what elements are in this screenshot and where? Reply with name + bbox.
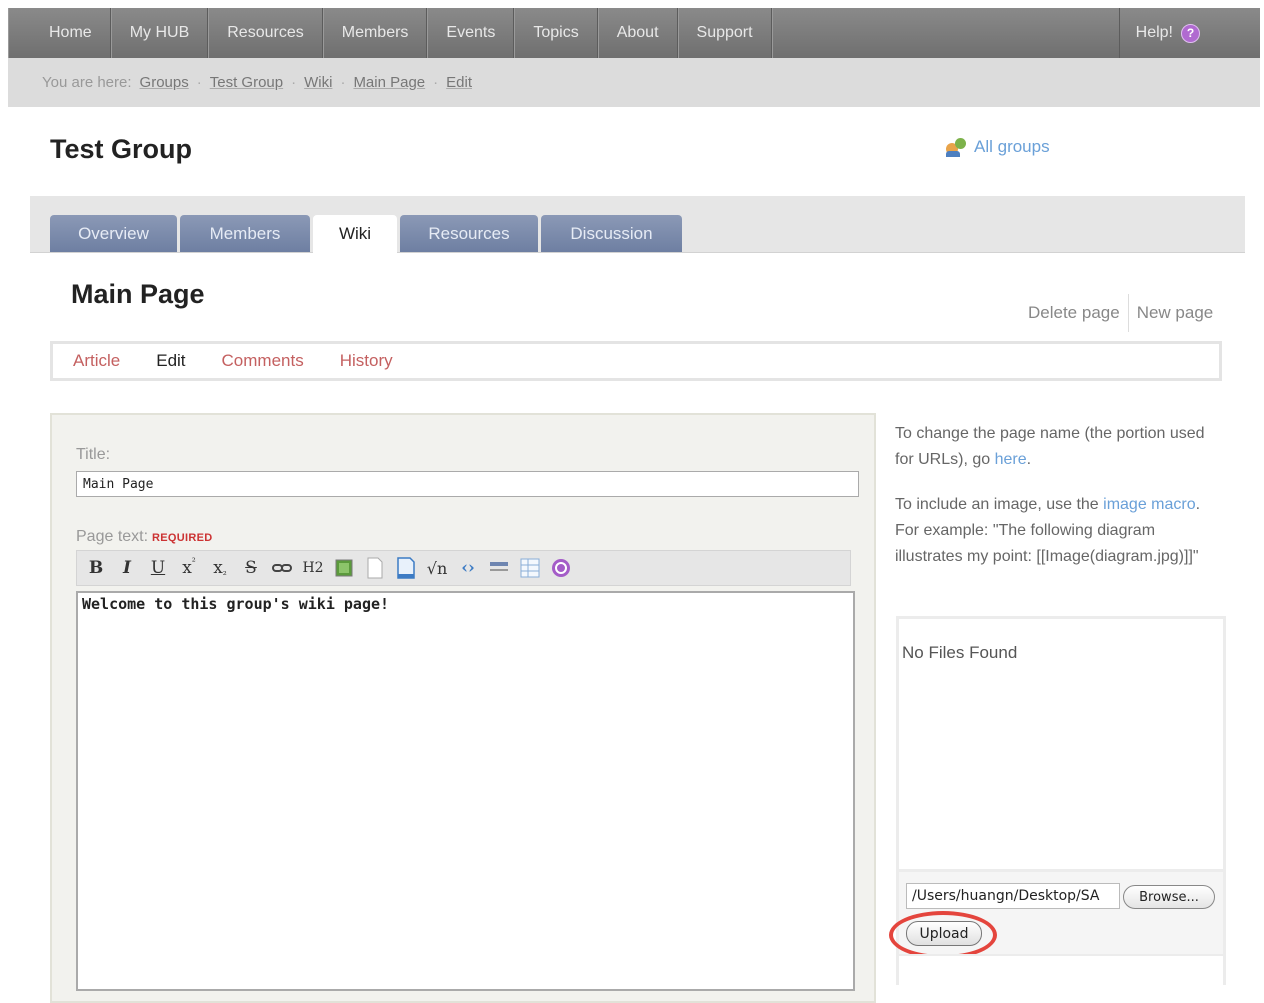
subtab-history[interactable]: History [340,351,393,371]
underline-icon[interactable]: U [145,554,171,582]
title-input[interactable] [76,471,859,497]
breadcrumb-wiki[interactable]: Wiki [304,74,332,91]
rename-here-link[interactable]: here [995,451,1027,468]
code-icon[interactable]: ‹› [455,554,481,582]
breadcrumb-separator: · [340,74,346,91]
link-icon[interactable] [269,554,295,582]
breadcrumb-test-group[interactable]: Test Group [210,74,283,91]
page-title: Main Page [71,279,205,309]
subscript-icon[interactable]: x₂ [207,554,233,582]
tab-overview[interactable]: Overview [50,215,177,252]
subtab-article[interactable]: Article [73,351,120,371]
all-groups-label: All groups [974,137,1050,156]
people-icon [946,137,968,157]
page-text-editor[interactable]: Welcome to this group's wiki page! [76,591,855,991]
upload-area-footer [896,954,1226,985]
tab-members[interactable]: Members [180,215,310,252]
breadcrumb: You are here: Groups · Test Group · Wiki… [8,58,1260,107]
breadcrumb-lead: You are here: [42,74,132,91]
nav-help[interactable]: Help! ? [1118,8,1260,58]
delete-page-link[interactable]: Delete page [1020,303,1128,323]
top-navigation: Home My HUB Resources Members Events Top… [8,8,1260,58]
nav-events[interactable]: Events [427,8,515,58]
page-text-label: Page text: REQUIRED [76,528,213,546]
nav-members[interactable]: Members [322,8,428,58]
file-icon[interactable] [362,554,388,582]
image-help-text-part: To include an image, use the [895,496,1104,513]
rename-help-text-end: . [1026,451,1032,468]
page-text-label-text: Page text: [76,528,149,545]
subscript-glyph: x [213,558,223,578]
nav-help-label: Help! [1135,24,1173,41]
nav-my-hub[interactable]: My HUB [110,8,209,58]
file-list: No Files Found [896,616,1226,872]
heading-icon[interactable]: H2 [300,554,326,582]
image-icon[interactable] [331,554,357,582]
math-icon[interactable]: √n [424,554,450,582]
browse-button[interactable]: Browse... [1123,885,1215,909]
nav-about[interactable]: About [597,8,678,58]
editor-toolbar: B I U x² x₂ S H2 √n ‹› [76,550,851,586]
new-page-link[interactable]: New page [1129,303,1222,323]
superscript-mark: ² [191,556,196,568]
superscript-icon[interactable]: x² [176,554,202,582]
subtab-comments[interactable]: Comments [222,351,304,371]
no-files-message: No Files Found [902,643,1018,662]
rename-help-text: To change the page name (the portion use… [895,421,1215,473]
breadcrumb-main-page[interactable]: Main Page [353,74,425,91]
nav-support[interactable]: Support [677,8,772,58]
horizontal-rule-icon[interactable] [486,554,512,582]
nav-home[interactable]: Home [8,8,111,58]
subtab-edit[interactable]: Edit [156,351,185,371]
nav-topics[interactable]: Topics [514,8,598,58]
table-icon[interactable] [517,554,543,582]
breadcrumb-groups[interactable]: Groups [140,74,189,91]
tab-wiki[interactable]: Wiki [313,215,397,253]
tab-discussion[interactable]: Discussion [541,215,682,252]
nav-resources[interactable]: Resources [208,8,323,58]
upload-button[interactable]: Upload [906,921,982,946]
nav-spacer [771,8,1119,58]
subscript-mark: ₂ [222,566,227,578]
file-path-input[interactable]: /Users/huangn/Desktop/SA [906,883,1120,909]
document-icon[interactable] [393,554,419,582]
title-label: Title: [76,446,111,463]
all-groups-link[interactable]: All groups [946,137,1050,157]
help-icon[interactable] [548,554,574,582]
breadcrumb-separator: · [291,74,297,91]
page-actions: Delete page New page [1020,293,1221,333]
bold-icon[interactable]: B [83,554,109,582]
italic-icon[interactable]: I [114,554,140,582]
tab-resources[interactable]: Resources [400,215,538,252]
group-title: Test Group [50,134,193,164]
page-subtabs: Article Edit Comments History [50,341,1222,381]
required-badge: REQUIRED [152,532,213,544]
superscript-glyph: x [182,558,192,578]
breadcrumb-edit[interactable]: Edit [446,74,472,91]
breadcrumb-separator: · [433,74,439,91]
image-help-text: To include an image, use the image macro… [895,492,1215,570]
image-macro-link[interactable]: image macro [1103,496,1195,513]
breadcrumb-separator: · [196,74,202,91]
rename-help-text-part: To change the page name (the portion use… [895,425,1205,468]
question-icon: ? [1181,23,1200,43]
strikethrough-icon[interactable]: S [238,554,264,582]
